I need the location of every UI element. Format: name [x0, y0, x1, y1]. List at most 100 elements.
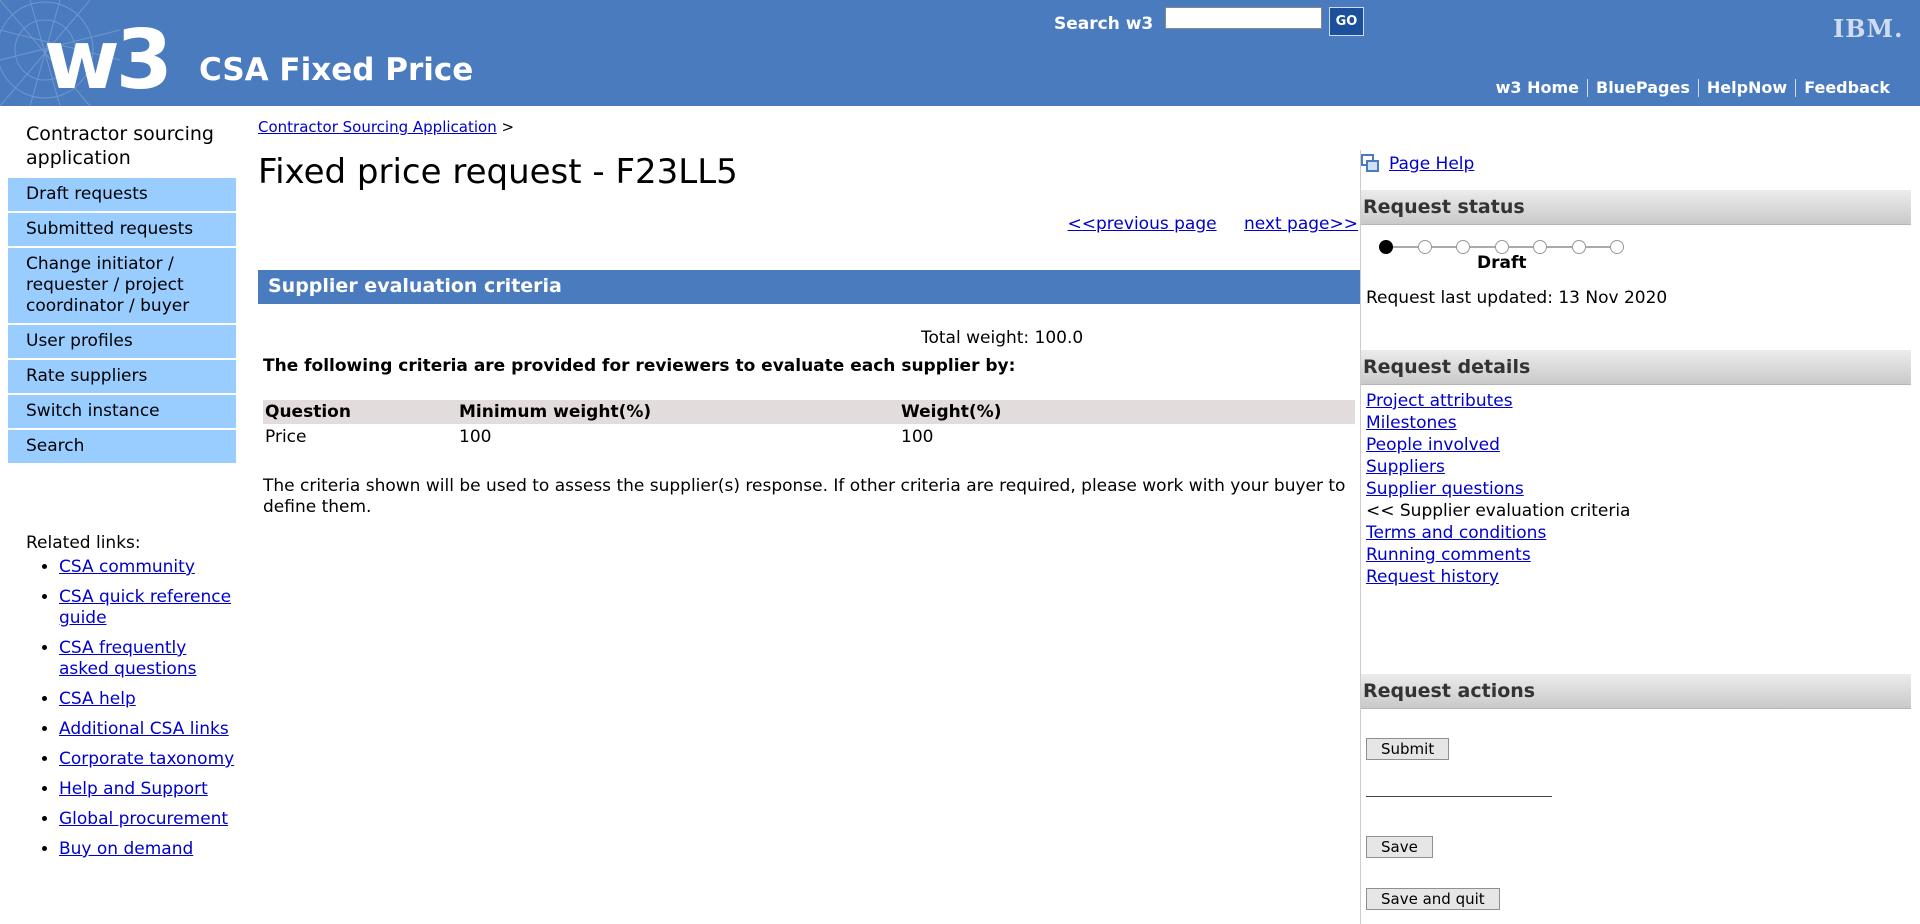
left-nav: Contractor sourcing application Draft re…: [8, 122, 236, 869]
search-label: Search w3: [1054, 14, 1154, 34]
list-item: CSA community: [59, 557, 236, 578]
list-item: Project attributes: [1366, 390, 1630, 412]
w3-logo[interactable]: w3: [44, 20, 173, 102]
related-link-taxonomy[interactable]: Corporate taxonomy: [59, 749, 234, 769]
top-link-helpnow[interactable]: HelpNow: [1699, 78, 1795, 97]
help-window-icon[interactable]: [1361, 154, 1381, 174]
list-item: CSA frequently asked questions: [59, 638, 236, 680]
request-status-header: Request status: [1361, 190, 1911, 225]
details-link-suppliers[interactable]: Suppliers: [1366, 457, 1445, 477]
list-item: << Supplier evaluation criteria: [1366, 500, 1630, 522]
list-item: Running comments: [1366, 544, 1630, 566]
request-actions-header: Request actions: [1361, 674, 1911, 709]
status-step-complete: [1379, 240, 1393, 254]
table-header-row: Question Minimum weight(%) Weight(%): [263, 400, 1355, 424]
save-and-quit-button[interactable]: Save and quit: [1366, 888, 1500, 910]
list-item: Global procurement: [59, 809, 236, 830]
previous-page-link[interactable]: <<previous page: [1068, 214, 1217, 234]
column-header-minimum-weight: Minimum weight(%): [457, 400, 899, 424]
related-link-additional[interactable]: Additional CSA links: [59, 719, 229, 739]
details-link-project-attributes[interactable]: Project attributes: [1366, 391, 1513, 411]
nav-item-search[interactable]: Search: [8, 430, 236, 465]
list-item: Suppliers: [1366, 456, 1630, 478]
related-links-list: CSA community CSA quick reference guide …: [8, 557, 236, 860]
list-item: Supplier questions: [1366, 478, 1630, 500]
nav-item-user-profiles[interactable]: User profiles: [8, 325, 236, 360]
list-item: People involved: [1366, 434, 1630, 456]
list-item: Corporate taxonomy: [59, 749, 236, 770]
details-link-running-comments[interactable]: Running comments: [1366, 545, 1531, 565]
nav-item-submitted-requests[interactable]: Submitted requests: [8, 213, 236, 248]
nav-item-draft-requests[interactable]: Draft requests: [8, 178, 236, 213]
related-link-global-procurement[interactable]: Global procurement: [59, 809, 228, 829]
status-label: Draft: [1477, 253, 1527, 273]
list-item: Buy on demand: [59, 839, 236, 860]
right-column: Page Help Request status Draft Request l…: [1360, 150, 1911, 924]
top-links: w3 Home BluePages HelpNow Feedback: [1488, 78, 1898, 97]
top-link-w3-home[interactable]: w3 Home: [1488, 78, 1587, 97]
details-link-milestones[interactable]: Milestones: [1366, 413, 1457, 433]
page-title: Fixed price request - F23LL5: [258, 152, 738, 192]
status-progress: [1379, 240, 1624, 254]
main-content: Contractor Sourcing Application > Fixed …: [258, 118, 1360, 517]
related-link-csa-community[interactable]: CSA community: [59, 557, 195, 577]
list-item: CSA help: [59, 689, 236, 710]
table-row: Price 100 100: [263, 424, 1355, 450]
list-item: Terms and conditions: [1366, 522, 1630, 544]
search-input[interactable]: [1165, 7, 1322, 29]
nav-item-change-initiator[interactable]: Change initiator / requester / project c…: [8, 248, 236, 325]
go-button[interactable]: GO: [1329, 7, 1364, 36]
top-link-bluepages[interactable]: BluePages: [1588, 78, 1698, 97]
criteria-table: Question Minimum weight(%) Weight(%) Pri…: [263, 400, 1355, 450]
submit-button[interactable]: Submit: [1366, 738, 1450, 760]
masthead: w3 CSA Fixed Price Search w3 GO IBM. w3 …: [0, 0, 1920, 106]
related-link-faq[interactable]: CSA frequently asked questions: [59, 638, 196, 679]
actions-divider: [1366, 796, 1552, 797]
status-step-pending: [1456, 240, 1470, 254]
cell-minimum-weight: 100: [459, 427, 492, 447]
status-step-pending: [1417, 240, 1432, 254]
list-item: CSA quick reference guide: [59, 587, 236, 629]
nav-title: Contractor sourcing application: [26, 123, 214, 169]
column-header-question: Question: [263, 400, 457, 424]
details-link-request-history[interactable]: Request history: [1366, 567, 1499, 587]
criteria-note: The criteria shown will be used to asses…: [263, 476, 1346, 517]
save-button[interactable]: Save: [1366, 836, 1433, 858]
top-link-feedback[interactable]: Feedback: [1796, 78, 1898, 97]
related-link-quick-reference[interactable]: CSA quick reference guide: [59, 587, 231, 628]
page-help: Page Help: [1361, 154, 1474, 174]
total-weight: Total weight: 100.0: [921, 328, 1084, 348]
pager: <<previous page next page>>: [1046, 214, 1358, 234]
page-help-link[interactable]: Page Help: [1389, 154, 1474, 174]
status-step-pending: [1610, 240, 1624, 254]
list-item: Help and Support: [59, 779, 236, 800]
criteria-intro: The following criteria are provided for …: [263, 356, 1016, 376]
details-link-people-involved[interactable]: People involved: [1366, 435, 1500, 455]
column-header-weight: Weight(%): [899, 400, 1355, 424]
request-details-header: Request details: [1361, 350, 1911, 385]
nav-item-switch-instance[interactable]: Switch instance: [8, 395, 236, 430]
ibm-logo: IBM.: [1833, 14, 1904, 43]
related-link-csa-help[interactable]: CSA help: [59, 689, 136, 709]
breadcrumb-link[interactable]: Contractor Sourcing Application: [258, 118, 497, 136]
breadcrumb-separator: >: [501, 118, 515, 136]
details-current-supplier-evaluation-criteria: << Supplier evaluation criteria: [1366, 501, 1631, 521]
nav-item-rate-suppliers[interactable]: Rate suppliers: [8, 360, 236, 395]
last-updated: Request last updated: 13 Nov 2020: [1366, 288, 1668, 308]
breadcrumb: Contractor Sourcing Application >: [258, 118, 1360, 136]
status-step-pending: [1533, 240, 1547, 254]
list-item: Additional CSA links: [59, 719, 236, 740]
list-item: Request history: [1366, 566, 1630, 588]
details-link-supplier-questions[interactable]: Supplier questions: [1366, 479, 1524, 499]
request-details-list: Project attributes Milestones People invol…: [1366, 390, 1630, 588]
list-item: Milestones: [1366, 412, 1630, 434]
status-step-pending: [1494, 240, 1509, 254]
related-link-buy-on-demand[interactable]: Buy on demand: [59, 839, 193, 859]
related-links-title: Related links:: [26, 533, 141, 553]
related-link-help-support[interactable]: Help and Support: [59, 779, 208, 799]
status-step-pending: [1571, 240, 1586, 254]
next-page-link[interactable]: next page>>: [1244, 214, 1358, 234]
site-title: CSA Fixed Price: [199, 52, 474, 88]
details-link-terms-and-conditions[interactable]: Terms and conditions: [1366, 523, 1546, 543]
cell-weight: 100: [901, 427, 934, 447]
